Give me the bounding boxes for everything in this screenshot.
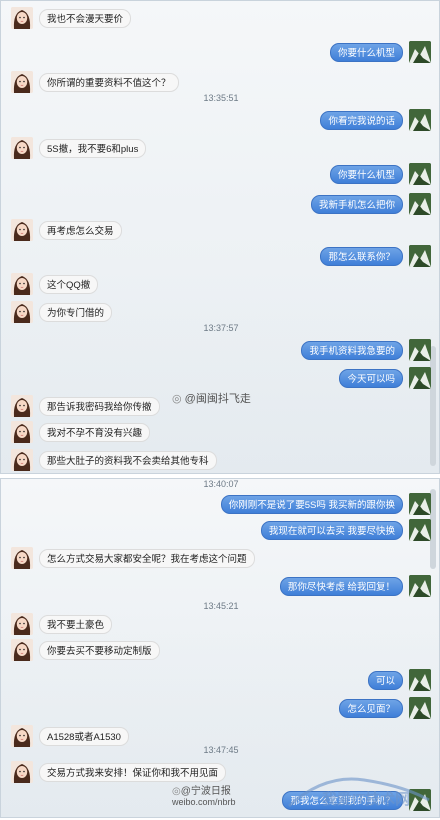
site-logo-watermark: 我爱IT技术网 [287,777,430,808]
timestamp: 13:47:45 [203,745,239,755]
user-avatar[interactable] [409,193,431,215]
message-bubble-received: 你所谓的重要资料不值这个？ [39,73,179,92]
message-bubble-sent: 我手机资料我急要的 [301,341,403,360]
contact-avatar[interactable] [11,639,33,661]
message-bubble-sent: 你看完我说的话 [320,111,403,130]
message-bubble-sent: 你刚刚不是说了要5S吗 我买新的跟你换 [220,495,403,514]
message-row-sent: 可以 [1,669,431,695]
weibo-icon: ◎ [172,786,181,797]
message-row-sent: 我手机资料我急要的 [1,339,431,365]
message-bubble-sent: 那你尽快考虑 给我回复！ [279,577,403,596]
message-bubble-received: A1528或者A1530 [39,727,129,746]
message-bubble-sent: 我现在就可以去买 我要尽快换 [260,521,403,540]
message-row-sent: 你要什么机型 [1,41,431,67]
message-row-sent: 你看完我说的话 [1,109,431,135]
message-bubble-received: 再考虑怎么交易 [39,221,122,240]
svg-text:我爱IT技术网: 我爱IT技术网 [322,790,410,808]
user-avatar[interactable] [409,245,431,267]
contact-avatar[interactable] [11,273,33,295]
message-bubble-received: 为你专门借的 [39,303,113,322]
contact-avatar[interactable] [11,613,33,635]
message-row-sent: 我新手机怎么把你 [1,193,431,219]
timestamp: 13:35:51 [203,93,239,103]
message-row-sent: 你要什么机型 [1,163,431,189]
contact-avatar[interactable] [11,301,33,323]
user-avatar[interactable] [409,493,431,515]
weibo-watermark-bottom: ◎@宁波日报 weibo.com/nbrb [172,786,236,807]
user-avatar[interactable] [409,339,431,361]
contact-avatar[interactable] [11,71,33,93]
user-avatar[interactable] [409,669,431,691]
message-row-sent: 你刚刚不是说了要5S吗 我买新的跟你换 [1,493,431,519]
message-bubble-received: 你要去买不要移动定制版 [39,641,160,660]
contact-avatar[interactable] [11,421,33,443]
message-bubble-sent: 你要什么机型 [329,43,403,62]
message-bubble-received: 我也不会漫天要价 [39,9,132,28]
contact-avatar[interactable] [11,395,33,417]
user-avatar[interactable] [409,519,431,541]
message-bubble-received: 我不要土豪色 [39,615,113,634]
message-bubble-received: 那些大肚子的资料我不会卖给其他专科 [39,451,217,470]
message-row-received: 你要去买不要移动定制版 [1,639,431,665]
message-row-received: 再考虑怎么交易 [1,219,431,245]
contact-avatar[interactable] [11,219,33,241]
message-row-received: 5S撤，我不要6和plus [1,137,431,163]
weibo-icon: ◎ [172,393,182,405]
timestamp: 13:37:57 [203,323,239,333]
contact-avatar[interactable] [11,7,33,29]
message-bubble-sent: 我新手机怎么把你 [310,195,403,214]
message-bubble-received: 那告诉我密码我给你传撤 [39,397,160,416]
message-row-received: 我也不会漫天要价 [1,7,431,33]
user-avatar[interactable] [409,163,431,185]
message-row-sent: 那怎么联系你？ [1,245,431,271]
message-bubble-sent: 今天可以吗 [339,369,403,388]
message-row-sent: 我现在就可以去买 我要尽快换 [1,519,431,545]
message-row-received: 我不要土豪色 [1,613,431,639]
message-bubble-sent: 怎么见面？ [339,699,403,718]
message-row-received: 我对不孕不育没有兴趣 [1,421,431,447]
message-bubble-received: 怎么方式交易大家都安全呢？我在考虑这个问题 [39,549,255,568]
message-bubble-received: 5S撤，我不要6和plus [39,139,147,158]
message-bubble-sent: 那怎么联系你？ [320,247,403,266]
user-avatar[interactable] [409,109,431,131]
contact-avatar[interactable] [11,725,33,747]
message-row-received: 怎么方式交易大家都安全呢？我在考虑这个问题 [1,547,431,573]
contact-avatar[interactable] [11,761,33,783]
message-row-received: 那些大肚子的资料我不会卖给其他专科 [1,449,431,473]
user-avatar[interactable] [409,575,431,597]
message-row-received: 这个QQ撤 [1,273,431,299]
user-avatar[interactable] [409,41,431,63]
user-avatar[interactable] [409,697,431,719]
message-bubble-received: 这个QQ撤 [39,275,99,294]
contact-avatar[interactable] [11,137,33,159]
timestamp: 13:40:07 [203,479,239,489]
message-bubble-sent: 可以 [367,671,403,690]
chat-panel-bottom: 13:40:07 你刚刚不是说了要5S吗 我买新的跟你换我现在就可以去买 我要尽快… [0,478,440,818]
message-row-sent: 那你尽快考虑 给我回复！ [1,575,431,601]
contact-avatar[interactable] [11,449,33,471]
weibo-watermark-mid: ◎ @闽闽抖飞走 [172,393,251,405]
contact-avatar[interactable] [11,547,33,569]
message-row-sent: 怎么见面？ [1,697,431,723]
message-bubble-received: 我对不孕不育没有兴趣 [39,423,151,442]
message-bubble-received: 交易方式我来安排！保证你和我不用见面 [39,763,227,782]
timestamp: 13:45:21 [203,601,239,611]
message-bubble-sent: 你要什么机型 [329,165,403,184]
user-avatar[interactable] [409,367,431,389]
